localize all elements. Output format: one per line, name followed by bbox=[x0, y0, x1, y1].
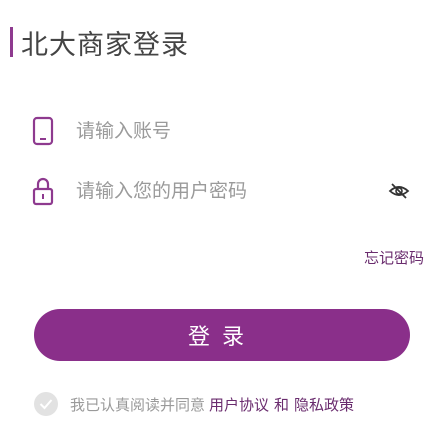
account-field bbox=[30, 112, 430, 150]
agreement-row: 我已认真阅读并同意 用户协议 和 隐私政策 bbox=[34, 392, 354, 416]
login-button[interactable]: 登录 bbox=[34, 309, 410, 361]
check-icon bbox=[39, 399, 53, 410]
agreement-conjunction: 和 bbox=[274, 395, 290, 414]
privacy-policy-link[interactable]: 隐私政策 bbox=[294, 394, 354, 415]
account-input[interactable] bbox=[76, 120, 430, 142]
page-header: 北大商家登录 bbox=[10, 22, 189, 62]
forgot-password-link[interactable]: 忘记密码 bbox=[364, 247, 424, 268]
agreement-checkbox[interactable] bbox=[34, 392, 58, 416]
user-agreement-link[interactable]: 用户协议 bbox=[209, 394, 269, 415]
page-title: 北大商家登录 bbox=[21, 29, 189, 61]
agreement-text: 我已认真阅读并同意 bbox=[70, 395, 206, 414]
phone-icon bbox=[30, 116, 56, 146]
password-field bbox=[30, 172, 430, 210]
eye-off-icon[interactable] bbox=[386, 178, 412, 204]
lock-icon bbox=[30, 176, 56, 206]
password-input[interactable] bbox=[76, 180, 386, 202]
title-accent-bar bbox=[10, 27, 13, 57]
login-page: 北大商家登录 忘记密码 登录 bbox=[0, 0, 448, 425]
